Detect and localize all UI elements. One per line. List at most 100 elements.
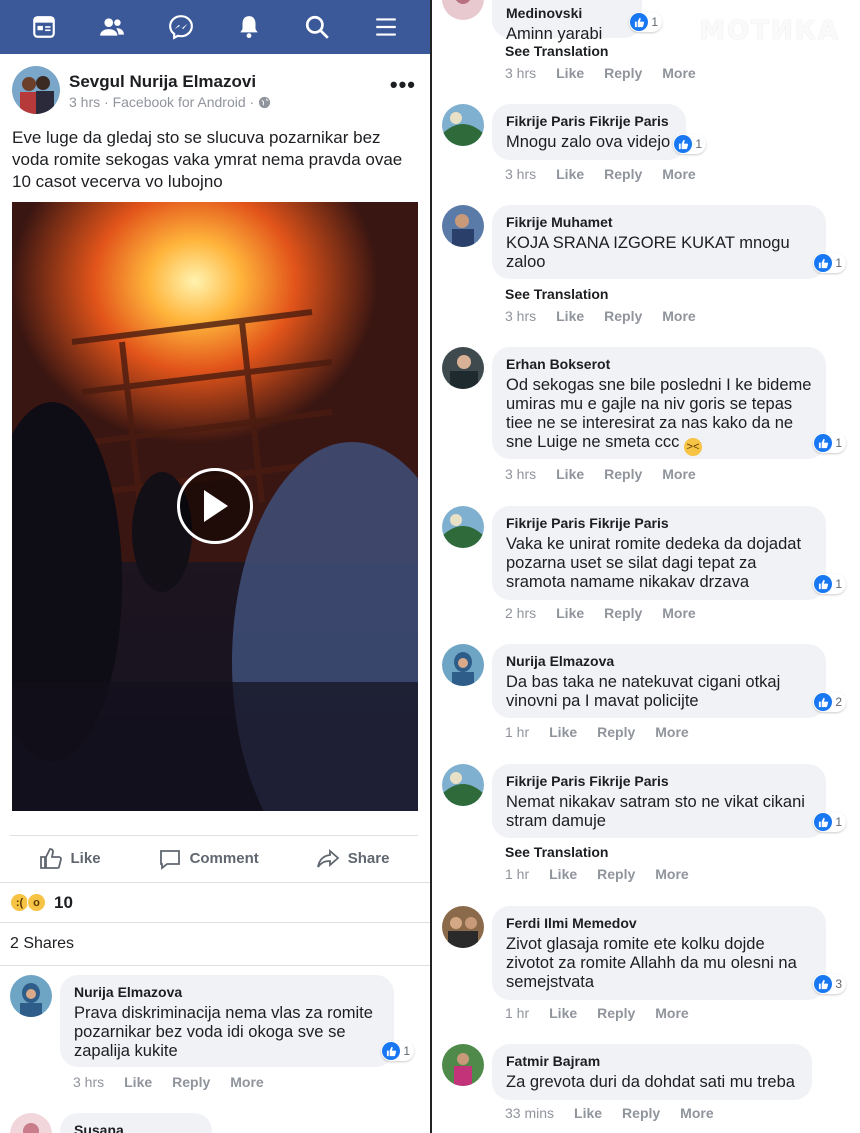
avatar[interactable] [442, 205, 484, 247]
comment-more-button[interactable]: More [662, 65, 695, 81]
reactions-row[interactable]: :( o 10 [0, 882, 430, 922]
avatar[interactable] [442, 347, 484, 389]
comment-time: 3 hrs [505, 466, 537, 482]
comment-more-button[interactable]: More [680, 1105, 713, 1121]
avatar[interactable] [442, 644, 484, 686]
comment-author[interactable]: Fikrije Paris Fikrije Paris [506, 772, 812, 790]
comment-author[interactable]: Nurija Elmazova [506, 652, 812, 670]
play-button[interactable] [177, 468, 253, 544]
avatar[interactable] [10, 975, 52, 1017]
comment-more-button[interactable]: More [655, 1005, 688, 1021]
comment-like-button[interactable]: Like [556, 308, 584, 324]
comment-reply-button[interactable]: Reply [604, 466, 642, 482]
share-button[interactable]: Share [316, 847, 389, 871]
avatar[interactable] [442, 0, 484, 20]
post-panel: Sevgul Nurija Elmazovi 3 hrs · Facebook … [0, 0, 430, 1133]
video-player[interactable] [12, 202, 418, 811]
comment-like-count[interactable]: 1 [813, 574, 846, 594]
comment-more-button[interactable]: More [662, 605, 695, 621]
see-translation-link[interactable]: See Translation [505, 286, 608, 302]
comment-reply-button[interactable]: Reply [604, 65, 642, 81]
comment-like-button[interactable]: Like [124, 1074, 152, 1090]
comment-actions: 2 hrs Like Reply More [505, 605, 696, 621]
comment-actions: 1 hr Like Reply More [505, 724, 689, 740]
see-translation-link[interactable]: See Translation [505, 43, 608, 59]
comment-like-button[interactable]: Like [574, 1105, 602, 1121]
comment-like-button[interactable]: Like [556, 605, 584, 621]
comment-more-button[interactable]: More [230, 1074, 263, 1090]
comment-reply-button[interactable]: Reply [604, 166, 642, 182]
comment-like-count[interactable]: 3 [813, 974, 846, 994]
menu-icon[interactable] [371, 12, 401, 42]
comment-time: 3 hrs [73, 1074, 105, 1090]
comment-more-button[interactable]: More [662, 466, 695, 482]
comment-author[interactable]: Nurija Elmazova [74, 983, 380, 1001]
avatar[interactable] [12, 66, 60, 114]
comment-like-count[interactable]: 2 [813, 692, 846, 712]
friends-icon[interactable] [97, 12, 127, 42]
comment-reply-button[interactable]: Reply [604, 605, 642, 621]
comment-bubble: Fatmir Bajram Za grevota duri da dohdat … [492, 1044, 812, 1100]
comment-like-count[interactable]: 1 [813, 812, 846, 832]
comment-author[interactable]: Ferdi Ilmi Memedov [506, 914, 812, 932]
avatar[interactable] [442, 764, 484, 806]
see-translation-link[interactable]: See Translation [505, 844, 608, 860]
like-reaction-icon [630, 13, 649, 31]
comment-more-button[interactable]: More [662, 166, 695, 182]
comment-author[interactable]: Fikrije Paris Fikrije Paris [506, 112, 672, 130]
avatar[interactable] [442, 104, 484, 146]
search-icon[interactable] [302, 12, 332, 42]
like-count: 1 [835, 577, 842, 591]
comment-reply-button[interactable]: Reply [622, 1105, 660, 1121]
comment-reply-button[interactable]: Reply [172, 1074, 210, 1090]
comment-like-count[interactable]: 1 [813, 253, 846, 273]
comment-time: 2 hrs [505, 605, 537, 621]
comment-text-content: Od sekogas sne bile posledni I ke bideme… [506, 376, 812, 451]
like-count: 1 [651, 15, 658, 29]
avatar[interactable] [442, 906, 484, 948]
messenger-icon[interactable] [166, 12, 196, 42]
comment-author[interactable]: Fatmir Bajram [506, 1052, 798, 1070]
comment-author[interactable]: Fikrije Muhamet [506, 213, 812, 231]
comment-actions: 3 hrs Like Reply More [505, 308, 696, 324]
comment-like-count[interactable]: 1 [813, 433, 846, 453]
comment-like-button[interactable]: Like [549, 724, 577, 740]
play-icon [204, 490, 228, 522]
like-count: 1 [695, 137, 702, 151]
post-action-bar: Like Comment Share [10, 835, 418, 881]
comment-more-button[interactable]: More [662, 308, 695, 324]
news-feed-icon[interactable] [29, 12, 59, 42]
comment-author[interactable]: Erhan Bokserot [506, 355, 812, 373]
post-meta: 3 hrs · Facebook for Android · [69, 94, 271, 110]
comment-button[interactable]: Comment [158, 847, 259, 871]
comment-reply-button[interactable]: Reply [597, 724, 635, 740]
comment-more-button[interactable]: More [655, 866, 688, 882]
avatar[interactable] [10, 1113, 52, 1133]
comment-like-button[interactable]: Like [556, 166, 584, 182]
comment-reply-button[interactable]: Reply [597, 1005, 635, 1021]
comment-like-count[interactable]: 1 [629, 12, 662, 32]
comment-like-button[interactable]: Like [556, 65, 584, 81]
comment-like-button[interactable]: Like [556, 466, 584, 482]
comment-reply-button[interactable]: Reply [597, 866, 635, 882]
shares-count[interactable]: 2 Shares [0, 922, 430, 966]
comment-like-button[interactable]: Like [549, 866, 577, 882]
like-reaction-icon [814, 813, 833, 831]
comment-more-button[interactable]: More [655, 724, 688, 740]
like-reaction-icon [674, 135, 693, 153]
avatar[interactable] [442, 1044, 484, 1086]
comment-reply-button[interactable]: Reply [604, 308, 642, 324]
post-author[interactable]: Sevgul Nurija Elmazovi [69, 72, 256, 92]
more-options-icon[interactable]: ••• [390, 72, 416, 98]
shares-label: 2 Shares [10, 935, 75, 952]
like-button[interactable]: Like [39, 847, 101, 871]
comment-like-button[interactable]: Like [549, 1005, 577, 1021]
comment-like-count[interactable]: 1 [673, 134, 706, 154]
comment-like-count[interactable]: 1 [381, 1041, 414, 1061]
comment-author[interactable]: Fikrije Paris Fikrije Paris [506, 514, 812, 532]
comment-author[interactable]: Susana Medinovski [506, 0, 628, 22]
avatar[interactable] [442, 506, 484, 548]
notifications-bell-icon[interactable] [234, 12, 264, 42]
comment-author[interactable]: Susana Medinovski [74, 1121, 198, 1133]
comment-bubble: Fikrije Paris Fikrije Paris Nemat nikaka… [492, 764, 846, 838]
